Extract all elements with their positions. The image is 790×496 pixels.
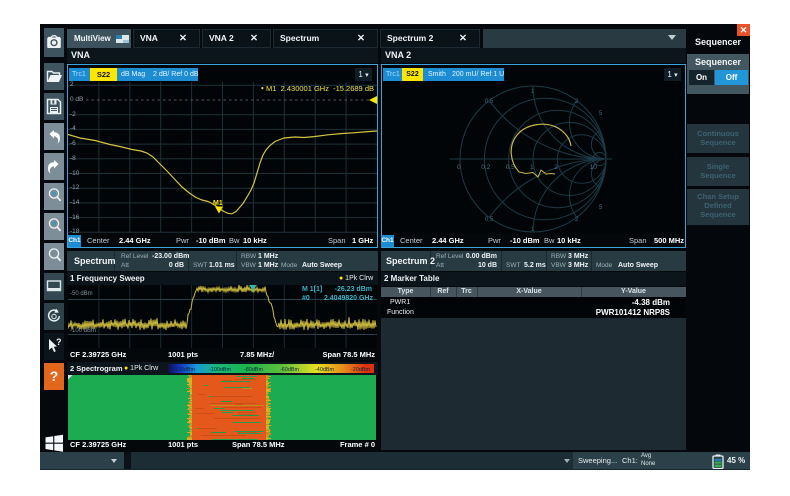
- svg-text:0.5: 0.5: [485, 99, 494, 105]
- svg-text:2: 2: [575, 217, 579, 223]
- svg-text:0: 0: [457, 164, 461, 171]
- svg-text:0.2: 0.2: [481, 164, 490, 171]
- svg-text:1: 1: [531, 89, 535, 95]
- svg-text:?: ?: [56, 337, 62, 347]
- svg-text:5: 5: [599, 111, 603, 117]
- svg-text:5: 5: [599, 205, 603, 211]
- svg-text:1: 1: [530, 164, 534, 171]
- svg-text:M1: M1: [213, 200, 223, 207]
- svg-text:10: 10: [590, 164, 598, 171]
- svg-text:0.5: 0.5: [485, 217, 494, 223]
- svg-text:2: 2: [554, 164, 558, 171]
